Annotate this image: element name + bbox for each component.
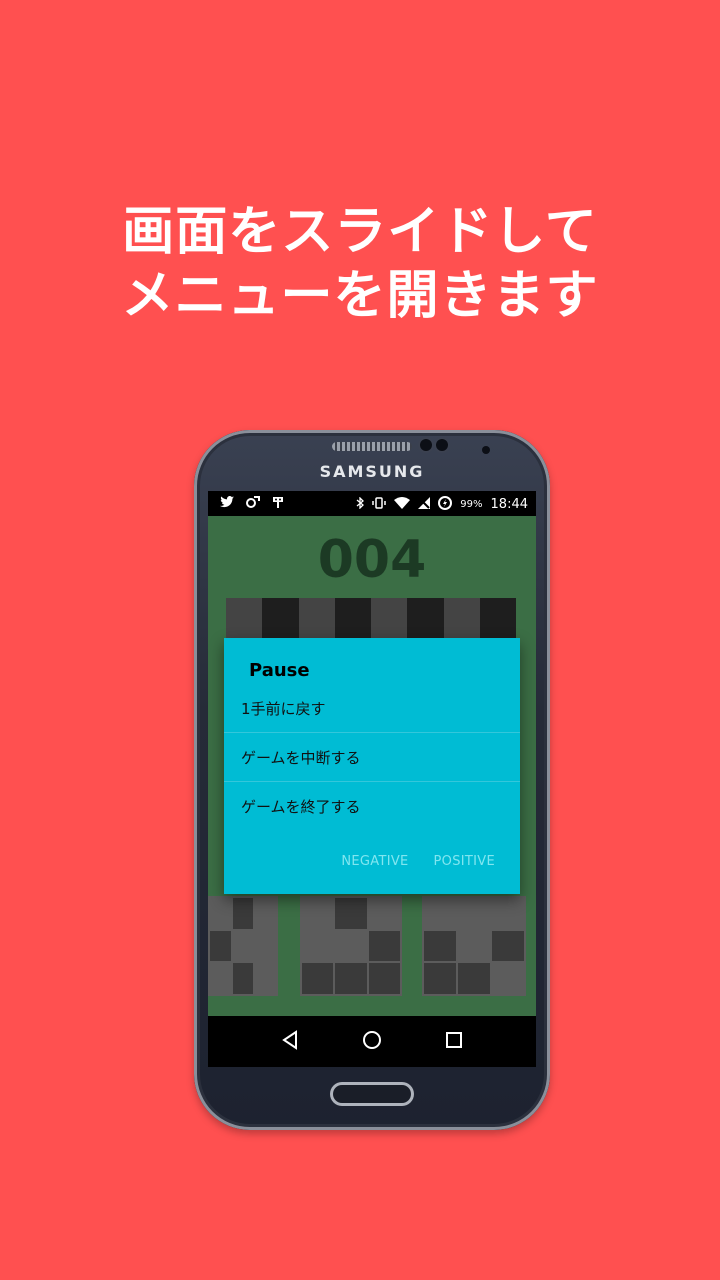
back-icon[interactable]: [280, 1029, 300, 1057]
headline-line-1: 画面をスライドして: [122, 202, 598, 262]
board-cell[interactable]: [371, 598, 408, 638]
notification-icon: [246, 496, 260, 511]
menu-item-undo[interactable]: 1手前に戻す: [224, 685, 520, 733]
pause-dialog: Pause 1手前に戻す ゲームを中断する ゲームを終了する NEGATIVE …: [224, 638, 520, 894]
board-cell[interactable]: [298, 598, 335, 638]
clock: 18:44: [490, 497, 528, 512]
piece-card[interactable]: [300, 896, 402, 996]
twitter-icon: [220, 496, 234, 511]
bluetooth-icon: [356, 496, 365, 512]
dialog-title: Pause: [249, 660, 310, 681]
piece-card[interactable]: [422, 896, 526, 996]
headline: 画面をスライドして メニューを開きます: [0, 200, 720, 328]
wifi-icon: [394, 497, 411, 512]
board-cell[interactable]: [262, 598, 299, 638]
speaker-grille: [332, 442, 412, 451]
board-cell[interactable]: [334, 598, 371, 638]
headline-line-2: メニューを開きます: [121, 266, 599, 326]
menu-item-suspend[interactable]: ゲームを中断する: [224, 734, 520, 782]
recents-icon[interactable]: [444, 1029, 464, 1057]
board-cell[interactable]: [407, 598, 444, 638]
data-saver-icon: [438, 496, 453, 513]
move-counter: 004: [317, 530, 427, 590]
hardware-home-button[interactable]: [330, 1082, 414, 1106]
game-board[interactable]: [226, 598, 516, 638]
battery-level: 99%: [460, 499, 483, 510]
front-camera-icon: [436, 439, 448, 451]
piece-tray: [208, 896, 536, 996]
sensor-dot: [482, 446, 490, 454]
menu-item-quit[interactable]: ゲームを終了する: [224, 783, 520, 831]
device-brand: SAMSUNG: [319, 462, 425, 481]
piece-card[interactable]: [208, 896, 278, 996]
no-signal-icon: [418, 497, 431, 512]
negative-button[interactable]: NEGATIVE: [341, 854, 408, 869]
board-cell[interactable]: [443, 598, 480, 638]
navigation-bar: [208, 1016, 536, 1067]
notification-icon: [272, 496, 284, 511]
board-cell[interactable]: [479, 598, 516, 638]
board-cell[interactable]: [226, 598, 263, 638]
status-bar: 99% 18:44: [208, 491, 536, 516]
sensor-icon: [420, 439, 432, 451]
home-icon[interactable]: [361, 1029, 383, 1057]
vibrate-icon: [372, 497, 387, 512]
positive-button[interactable]: POSITIVE: [434, 854, 495, 869]
